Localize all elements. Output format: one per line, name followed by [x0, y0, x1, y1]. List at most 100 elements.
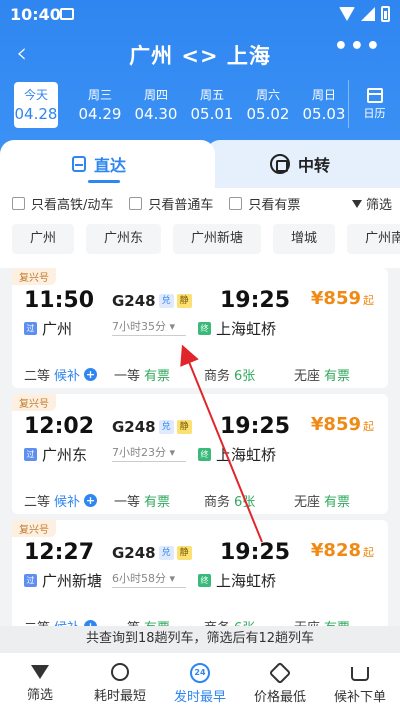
nav-waitlist[interactable]: 候补下单	[320, 653, 400, 711]
seat-first-class[interactable]: 一等有票	[114, 491, 204, 510]
nav-earliest[interactable]: 24 发时最早	[160, 653, 240, 711]
station-chip[interactable]: 广州新塘	[173, 224, 262, 254]
date-item-2[interactable]: 周四 04.30	[128, 82, 184, 128]
date-weekday: 周六	[255, 88, 280, 102]
seat-no-seat[interactable]: 无座有票	[294, 617, 384, 626]
date-selector: 今天 04.28 周三 04.29 周四 04.30 周五 05.01 周六 0…	[14, 82, 400, 128]
seat-name: 商务	[204, 495, 231, 510]
date-item-5[interactable]: 周日 05.03	[296, 82, 352, 128]
station-chip[interactable]: 广州东	[86, 224, 162, 254]
train-type-tag: 复兴号	[12, 394, 56, 411]
train-card[interactable]: 复兴号 11:50 G248 兑 静 19:25 ¥859 起 过 广州 7小时…	[12, 268, 388, 388]
waitlist-plus-icon[interactable]: +	[84, 368, 98, 381]
station-chip[interactable]: 广州	[12, 224, 75, 254]
filter-label: 只看普通车	[148, 198, 214, 213]
train-number-text: G248	[112, 292, 156, 310]
filter-normal[interactable]: 只看普通车	[129, 194, 213, 213]
screen-button[interactable]: 筛选	[351, 194, 392, 213]
nav-filter[interactable]: 筛选	[0, 653, 80, 711]
duration[interactable]: 6小时58分 ▾	[112, 570, 186, 588]
train-number: G248 兑 静	[112, 544, 192, 562]
tab-direct[interactable]: 直达	[0, 140, 215, 188]
arrival-station-name: 上海虹桥	[216, 320, 277, 338]
calendar-label: 日历	[363, 107, 386, 120]
station-chip[interactable]: 增城	[273, 224, 336, 254]
seat-status: 有票	[324, 495, 351, 510]
tab-direct-label: 直达	[94, 156, 127, 175]
nav-shortest[interactable]: 耗时最短	[80, 653, 160, 711]
nav-lowest-price[interactable]: 价格最低	[240, 653, 320, 711]
calendar-button[interactable]: 日历	[348, 80, 400, 128]
header: ‹ 广州 <> 上海 •••	[0, 32, 400, 76]
station-chip[interactable]: 广州南	[347, 224, 400, 254]
seat-status: 有票	[144, 369, 171, 384]
departure-time: 12:02	[24, 414, 95, 439]
departure-station-name: 广州东	[42, 446, 88, 464]
arrival-station: 终 上海虹桥	[198, 318, 276, 339]
seat-business[interactable]: 商务6张	[204, 491, 294, 510]
bottom-nav: 筛选 耗时最短 24 发时最早 价格最低 候补下单	[0, 652, 400, 711]
train-type-tag: 复兴号	[12, 268, 56, 285]
image-notification-icon	[60, 8, 74, 20]
seat-name: 一等	[114, 369, 141, 384]
seat-status: 候补	[54, 617, 80, 626]
funnel-icon	[31, 665, 49, 679]
arrival-station-name: 上海虹桥	[216, 446, 277, 464]
seat-status: 有票	[144, 495, 171, 510]
station-chips: 广州 广州东 广州新塘 增城 广州南	[12, 224, 400, 254]
train-type-tag: 复兴号	[12, 520, 56, 537]
seat-no-seat[interactable]: 无座有票	[294, 491, 384, 510]
quiet-badge: 静	[176, 420, 192, 434]
duration[interactable]: 7小时35分 ▾	[112, 318, 186, 336]
seat-first-class[interactable]: 一等有票	[114, 365, 204, 384]
clock-icon	[111, 663, 129, 681]
more-icon[interactable]: •••	[334, 34, 382, 59]
duration-text: 7小时35分	[112, 320, 166, 333]
seat-name: 一等	[114, 617, 140, 626]
transfer-icon	[270, 154, 290, 174]
seat-second-class[interactable]: 二等候补+	[24, 491, 114, 510]
date-item-1[interactable]: 周三 04.29	[72, 82, 128, 128]
duration-text: 7小时23分	[112, 446, 166, 459]
seat-row: 二等候补+ 一等有票 商务6张 无座有票	[24, 617, 384, 626]
train-number: G248 兑 静	[112, 418, 192, 436]
seat-status: 6张	[234, 495, 256, 510]
nav-label: 耗时最短	[93, 689, 146, 704]
date-weekday: 周三	[87, 88, 112, 102]
seat-business[interactable]: 商务6张	[204, 617, 294, 626]
duration[interactable]: 7小时23分 ▾	[112, 444, 186, 462]
nav-label: 候补下单	[333, 690, 386, 705]
departure-station: 过 广州	[24, 318, 72, 339]
departure-time: 12:27	[24, 540, 95, 565]
seat-business[interactable]: 商务6张	[204, 365, 294, 384]
price: ¥859 起	[311, 288, 374, 309]
wifi-icon	[339, 7, 355, 21]
arrival-time: 19:25	[220, 414, 291, 439]
train-card[interactable]: 复兴号 12:02 G248 兑 静 19:25 ¥859 起 过 广州东 7小…	[12, 394, 388, 514]
train-icon	[72, 156, 86, 172]
filter-available[interactable]: 只看有票	[229, 194, 300, 213]
seat-second-class[interactable]: 二等候补+	[24, 617, 114, 626]
train-list: 复兴号 11:50 G248 兑 静 19:25 ¥859 起 过 广州 7小时…	[0, 268, 400, 626]
date-item-3[interactable]: 周五 05.01	[184, 82, 240, 128]
seat-second-class[interactable]: 二等候补+	[24, 365, 114, 384]
seat-no-seat[interactable]: 无座有票	[294, 365, 384, 384]
date-value: 05.03	[302, 105, 346, 123]
exchange-badge: 兑	[158, 546, 174, 560]
calendar-icon	[366, 88, 383, 103]
date-item-0[interactable]: 今天 04.28	[14, 82, 58, 128]
nav-label: 价格最低	[253, 690, 306, 705]
status-icons	[339, 6, 390, 22]
seat-first-class[interactable]: 一等有票	[114, 617, 204, 626]
date-item-4[interactable]: 周六 05.02	[240, 82, 296, 128]
date-value: 04.29	[78, 105, 122, 123]
filter-high-speed[interactable]: 只看高铁/动车	[12, 194, 113, 213]
battery-icon	[381, 6, 390, 22]
seat-status: 6张	[234, 369, 256, 384]
seat-status: 有票	[324, 617, 350, 626]
price: ¥828 起	[311, 540, 374, 561]
waitlist-plus-icon[interactable]: +	[84, 494, 98, 507]
train-card[interactable]: 复兴号 12:27 G248 兑 静 19:25 ¥828 起 过 广州新塘 6…	[12, 520, 388, 626]
filter-panel: 只看高铁/动车 只看普通车 只看有票 筛选 广州 广州东 广州新塘 增城 广州南	[0, 188, 400, 268]
tab-transfer[interactable]: 中转	[206, 140, 400, 188]
